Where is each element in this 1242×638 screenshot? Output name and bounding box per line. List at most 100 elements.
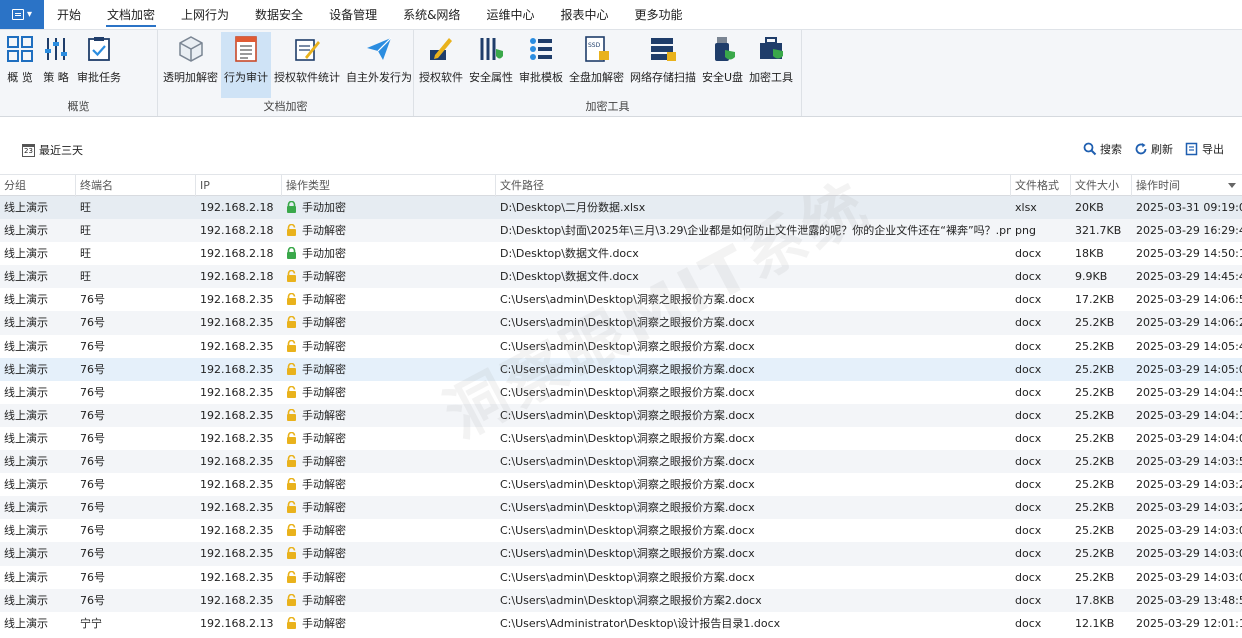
ribbon-button[interactable]: 审批任务	[74, 32, 124, 98]
column-header[interactable]: 文件大小	[1071, 175, 1132, 197]
ribbon-button[interactable]: 安全U盘	[699, 32, 746, 98]
table-row[interactable]: 线上演示76号192.168.2.35手动解密C:\Users\admin\De…	[0, 404, 1242, 427]
table-row[interactable]: 线上演示76号192.168.2.35手动解密C:\Users\admin\De…	[0, 519, 1242, 542]
lock-closed-icon	[286, 244, 297, 256]
table-cell: 旺	[76, 242, 196, 265]
table-cell: docx	[1011, 519, 1071, 542]
table-cell: 76号	[76, 288, 196, 311]
ribbon-button[interactable]: 加密工具	[746, 32, 796, 98]
table-cell: 192.168.2.35	[196, 589, 282, 612]
ribbon-button-label: 授权软件	[419, 69, 463, 85]
table-cell: C:\Users\admin\Desktop\洞察之眼报价方案.docx	[496, 358, 1011, 381]
table-cell: docx	[1011, 311, 1071, 334]
column-header[interactable]: 分组	[0, 175, 76, 197]
table-cell: 192.168.2.35	[196, 566, 282, 589]
column-header[interactable]: 文件格式	[1011, 175, 1071, 197]
table-row[interactable]: 线上演示76号192.168.2.35手动解密C:\Users\admin\De…	[0, 496, 1242, 519]
menu-tab[interactable]: 系统&网络	[390, 0, 473, 29]
ribbon-button[interactable]: 概 览	[2, 32, 38, 98]
ribbon-button[interactable]: 网络存储扫描	[627, 32, 699, 98]
ribbon-button[interactable]: 策 略	[38, 32, 74, 98]
table-cell: 192.168.2.35	[196, 450, 282, 473]
table-cell: 2025-03-29 14:03:58	[1132, 450, 1242, 473]
table-cell: 25.2KB	[1071, 335, 1132, 358]
table-cell: 2025-03-29 16:29:46	[1132, 219, 1242, 242]
table-row[interactable]: 线上演示76号192.168.2.35手动解密C:\Users\admin\De…	[0, 381, 1242, 404]
table-cell: 手动解密	[282, 288, 496, 311]
ribbon-button[interactable]: 自主外发行为	[343, 32, 415, 98]
ribbon-button-label: 授权软件统计	[274, 69, 340, 85]
column-header[interactable]: 文件路径	[496, 175, 1011, 197]
operation-type: 手动解密	[302, 432, 346, 445]
operation-type: 手动解密	[302, 547, 346, 560]
ribbon-button[interactable]: 授权软件	[416, 32, 466, 98]
menu-tab[interactable]: 上网行为	[168, 0, 242, 29]
table-row[interactable]: 线上演示旺192.168.2.18手动加密D:\Desktop\数据文件.doc…	[0, 242, 1242, 265]
table-cell: 线上演示	[0, 404, 76, 427]
operation-type: 手动解密	[302, 478, 346, 491]
column-header[interactable]: IP	[196, 175, 282, 197]
menu-tab[interactable]: 更多功能	[621, 0, 695, 29]
ribbon-button[interactable]: 透明加解密	[160, 32, 221, 98]
column-header[interactable]: 操作类型	[282, 175, 496, 197]
table-row[interactable]: 线上演示76号192.168.2.35手动解密C:\Users\admin\De…	[0, 450, 1242, 473]
date-filter-button[interactable]: 23 最近三天	[22, 142, 83, 158]
table-cell: 2025-03-29 14:03:04	[1132, 542, 1242, 565]
table-cell: D:\Desktop\二月份数据.xlsx	[496, 196, 1011, 219]
toolbar-actions: 搜索 刷新 导出	[1083, 141, 1224, 157]
table-row[interactable]: 线上演示76号192.168.2.35手动解密C:\Users\admin\De…	[0, 589, 1242, 612]
table-row[interactable]: 线上演示宁宁192.168.2.13手动解密C:\Users\Administr…	[0, 612, 1242, 635]
table-cell: 线上演示	[0, 612, 76, 635]
export-label: 导出	[1202, 141, 1224, 157]
table-cell: 线上演示	[0, 196, 76, 219]
ribbon-button[interactable]: 授权软件统计	[271, 32, 343, 98]
menu-tab[interactable]: 报表中心	[547, 0, 621, 29]
ribbon-button[interactable]: 审批模板	[516, 32, 566, 98]
table-cell: 192.168.2.35	[196, 311, 282, 334]
table-cell: 192.168.2.35	[196, 381, 282, 404]
ribbon-button[interactable]: SSD全盘加解密	[566, 32, 627, 98]
menu-tab[interactable]: 运维中心	[473, 0, 547, 29]
refresh-button[interactable]: 刷新	[1134, 141, 1173, 157]
table-row[interactable]: 线上演示76号192.168.2.35手动解密C:\Users\admin\De…	[0, 473, 1242, 496]
table-cell: 321.7KB	[1071, 219, 1132, 242]
table-cell: docx	[1011, 496, 1071, 519]
table-row[interactable]: 线上演示旺192.168.2.18手动解密D:\Desktop\封面\2025年…	[0, 219, 1242, 242]
table-row[interactable]: 线上演示旺192.168.2.18手动解密D:\Desktop\数据文件.doc…	[0, 265, 1242, 288]
table-row[interactable]: 线上演示76号192.168.2.35手动解密C:\Users\admin\De…	[0, 427, 1242, 450]
menu-tab[interactable]: 设备管理	[316, 0, 390, 29]
menu-tab[interactable]: 数据安全	[242, 0, 316, 29]
table-row[interactable]: 线上演示76号192.168.2.35手动解密C:\Users\admin\De…	[0, 335, 1242, 358]
table-cell: 25.2KB	[1071, 450, 1132, 473]
lock-closed-icon	[286, 198, 297, 210]
table-cell: 线上演示	[0, 311, 76, 334]
ribbon-group: 授权软件安全属性审批模板SSD全盘加解密网络存储扫描安全U盘加密工具加密工具	[414, 30, 802, 116]
table-row[interactable]: 线上演示76号192.168.2.35手动解密C:\Users\admin\De…	[0, 288, 1242, 311]
lock-open-icon	[286, 568, 297, 580]
table-cell: 76号	[76, 589, 196, 612]
table-row[interactable]: 线上演示76号192.168.2.35手动解密C:\Users\admin\De…	[0, 358, 1242, 381]
table-cell: D:\Desktop\封面\2025年\三月\3.29\企业都是如何防止文件泄露…	[496, 219, 1011, 242]
menu-tab[interactable]: 开始	[44, 0, 94, 29]
column-header[interactable]: 操作时间	[1132, 175, 1242, 197]
table-cell: 线上演示	[0, 358, 76, 381]
menu-items: 开始文档加密上网行为数据安全设备管理系统&网络运维中心报表中心更多功能	[44, 0, 695, 29]
table-cell: 手动加密	[282, 242, 496, 265]
column-header[interactable]: 终端名	[76, 175, 196, 197]
ribbon-button[interactable]: 行为审计	[221, 32, 271, 98]
table-row[interactable]: 线上演示76号192.168.2.35手动解密C:\Users\admin\De…	[0, 566, 1242, 589]
table-row[interactable]: 线上演示76号192.168.2.35手动解密C:\Users\admin\De…	[0, 311, 1242, 334]
app-menu-button[interactable]: ▾	[0, 0, 44, 29]
table-cell: 192.168.2.35	[196, 288, 282, 311]
operation-type: 手动解密	[302, 363, 346, 376]
table-cell: 2025-03-29 14:05:01	[1132, 358, 1242, 381]
export-button[interactable]: 导出	[1185, 141, 1224, 157]
lock-open-icon	[286, 383, 297, 395]
table-row[interactable]: 线上演示76号192.168.2.35手动解密C:\Users\admin\De…	[0, 542, 1242, 565]
ribbon-button[interactable]: 安全属性	[466, 32, 516, 98]
search-button[interactable]: 搜索	[1083, 141, 1122, 157]
operation-type: 手动解密	[302, 571, 346, 584]
table-row[interactable]: 线上演示旺192.168.2.18手动加密D:\Desktop\二月份数据.xl…	[0, 196, 1242, 219]
menu-tab[interactable]: 文档加密	[94, 0, 168, 29]
table-cell: D:\Desktop\数据文件.docx	[496, 242, 1011, 265]
